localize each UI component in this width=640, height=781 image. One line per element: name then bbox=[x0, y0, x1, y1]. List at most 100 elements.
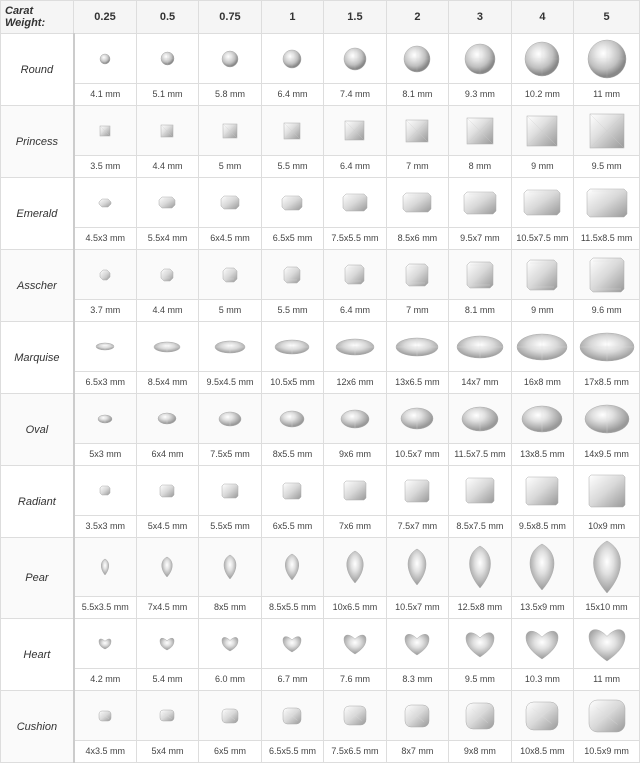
shape-dim-row-pear: 5.5x3.5 mm7x4.5 mm8x5 mm8.5x5.5 mm10x6.5… bbox=[1, 597, 640, 619]
col-3: 3 bbox=[449, 1, 511, 34]
shape-icon-princess-5 bbox=[386, 106, 448, 156]
dim-cell-heart-3: 6.7 mm bbox=[261, 669, 323, 691]
shape-icon-cushion-0 bbox=[74, 691, 136, 741]
shape-icon-asscher-0 bbox=[74, 250, 136, 300]
dim-cell-radiant-2: 5.5x5 mm bbox=[199, 516, 261, 538]
dim-cell-emerald-1: 5.5x4 mm bbox=[136, 228, 198, 250]
shape-icon-marquise-2 bbox=[199, 322, 261, 372]
shape-icon-oval-0 bbox=[74, 394, 136, 444]
shape-icon-heart-1 bbox=[136, 619, 198, 669]
shape-icon-asscher-2 bbox=[199, 250, 261, 300]
shape-icon-princess-1 bbox=[136, 106, 198, 156]
dim-cell-round-2: 5.8 mm bbox=[199, 84, 261, 106]
shape-icon-marquise-4 bbox=[324, 322, 386, 372]
dim-cell-marquise-2: 9.5x4.5 mm bbox=[199, 372, 261, 394]
dim-cell-emerald-5: 8.5x6 mm bbox=[386, 228, 448, 250]
shape-icon-emerald-5 bbox=[386, 178, 448, 228]
shape-icon-pear-4 bbox=[324, 538, 386, 597]
carat-weight-header: Carat Weight: bbox=[1, 1, 74, 34]
dim-cell-emerald-3: 6.5x5 mm bbox=[261, 228, 323, 250]
shape-icon-pear-5 bbox=[386, 538, 448, 597]
shape-icon-oval-1 bbox=[136, 394, 198, 444]
shape-name-emerald: Emerald bbox=[1, 178, 74, 250]
shape-icon-asscher-6 bbox=[449, 250, 511, 300]
dim-cell-round-3: 6.4 mm bbox=[261, 84, 323, 106]
dim-cell-asscher-6: 8.1 mm bbox=[449, 300, 511, 322]
shape-icon-marquise-8 bbox=[574, 322, 640, 372]
dim-cell-pear-8: 15x10 mm bbox=[574, 597, 640, 619]
dim-cell-asscher-5: 7 mm bbox=[386, 300, 448, 322]
dim-cell-princess-3: 5.5 mm bbox=[261, 156, 323, 178]
col-05: 0.5 bbox=[136, 1, 198, 34]
dim-cell-heart-0: 4.2 mm bbox=[74, 669, 136, 691]
dim-cell-round-6: 9.3 mm bbox=[449, 84, 511, 106]
dim-cell-oval-8: 14x9.5 mm bbox=[574, 444, 640, 466]
shape-name-marquise: Marquise bbox=[1, 322, 74, 394]
shape-icon-emerald-4 bbox=[324, 178, 386, 228]
dim-cell-cushion-3: 6.5x5.5 mm bbox=[261, 741, 323, 763]
shape-dim-row-asscher: 3.7 mm4.4 mm5 mm5.5 mm6.4 mm7 mm8.1 mm9 … bbox=[1, 300, 640, 322]
shape-icon-pear-2 bbox=[199, 538, 261, 597]
dim-cell-heart-5: 8.3 mm bbox=[386, 669, 448, 691]
dim-cell-emerald-8: 11.5x8.5 mm bbox=[574, 228, 640, 250]
shape-name-round: Round bbox=[1, 34, 74, 106]
dim-cell-princess-4: 6.4 mm bbox=[324, 156, 386, 178]
dim-cell-oval-6: 11.5x7.5 mm bbox=[449, 444, 511, 466]
shape-icon-heart-8 bbox=[574, 619, 640, 669]
shape-name-pear: Pear bbox=[1, 538, 74, 619]
shape-icon-heart-6 bbox=[449, 619, 511, 669]
dim-cell-asscher-0: 3.7 mm bbox=[74, 300, 136, 322]
shape-name-heart: Heart bbox=[1, 619, 74, 691]
dim-cell-heart-1: 5.4 mm bbox=[136, 669, 198, 691]
dim-cell-emerald-2: 6x4.5 mm bbox=[199, 228, 261, 250]
shape-icon-emerald-0 bbox=[74, 178, 136, 228]
shape-icon-round-2 bbox=[199, 34, 261, 84]
shape-name-cushion: Cushion bbox=[1, 691, 74, 763]
dim-cell-cushion-4: 7.5x6.5 mm bbox=[324, 741, 386, 763]
diamond-size-chart: Carat Weight: 0.25 0.5 0.75 1 1.5 2 3 4 … bbox=[0, 0, 640, 763]
shape-icon-row-round: Round bbox=[1, 34, 640, 84]
shape-icon-round-8 bbox=[574, 34, 640, 84]
shape-icon-heart-0 bbox=[74, 619, 136, 669]
shape-icon-row-princess: Princess bbox=[1, 106, 640, 156]
dim-cell-radiant-0: 3.5x3 mm bbox=[74, 516, 136, 538]
dim-cell-cushion-2: 6x5 mm bbox=[199, 741, 261, 763]
dim-cell-oval-2: 7.5x5 mm bbox=[199, 444, 261, 466]
dim-cell-radiant-6: 8.5x7.5 mm bbox=[449, 516, 511, 538]
shape-name-princess: Princess bbox=[1, 106, 74, 178]
col-2: 2 bbox=[386, 1, 448, 34]
dim-cell-emerald-4: 7.5x5.5 mm bbox=[324, 228, 386, 250]
dim-cell-oval-1: 6x4 mm bbox=[136, 444, 198, 466]
dim-cell-marquise-4: 12x6 mm bbox=[324, 372, 386, 394]
dim-cell-oval-4: 9x6 mm bbox=[324, 444, 386, 466]
shape-dim-row-princess: 3.5 mm4.4 mm5 mm5.5 mm6.4 mm7 mm8 mm9 mm… bbox=[1, 156, 640, 178]
shape-icon-oval-5 bbox=[386, 394, 448, 444]
shape-icon-round-6 bbox=[449, 34, 511, 84]
dim-cell-marquise-1: 8.5x4 mm bbox=[136, 372, 198, 394]
dim-cell-pear-4: 10x6.5 mm bbox=[324, 597, 386, 619]
dim-cell-marquise-0: 6.5x3 mm bbox=[74, 372, 136, 394]
shape-dim-row-cushion: 4x3.5 mm5x4 mm6x5 mm6.5x5.5 mm7.5x6.5 mm… bbox=[1, 741, 640, 763]
column-headers: Carat Weight: 0.25 0.5 0.75 1 1.5 2 3 4 … bbox=[1, 1, 640, 34]
dim-cell-oval-5: 10.5x7 mm bbox=[386, 444, 448, 466]
shape-icon-princess-7 bbox=[511, 106, 573, 156]
shape-dim-row-oval: 5x3 mm6x4 mm7.5x5 mm8x5.5 mm9x6 mm10.5x7… bbox=[1, 444, 640, 466]
shape-icon-cushion-5 bbox=[386, 691, 448, 741]
shape-dim-row-round: 4.1 mm5.1 mm5.8 mm6.4 mm7.4 mm8.1 mm9.3 … bbox=[1, 84, 640, 106]
shape-icon-pear-1 bbox=[136, 538, 198, 597]
dim-cell-cushion-7: 10x8.5 mm bbox=[511, 741, 573, 763]
shape-dim-row-marquise: 6.5x3 mm8.5x4 mm9.5x4.5 mm10.5x5 mm12x6 … bbox=[1, 372, 640, 394]
dim-cell-radiant-3: 6x5.5 mm bbox=[261, 516, 323, 538]
shape-icon-round-4 bbox=[324, 34, 386, 84]
dim-cell-marquise-8: 17x8.5 mm bbox=[574, 372, 640, 394]
col-025: 0.25 bbox=[74, 1, 136, 34]
shape-icon-row-oval: Oval bbox=[1, 394, 640, 444]
shape-icon-radiant-6 bbox=[449, 466, 511, 516]
shape-icon-marquise-7 bbox=[511, 322, 573, 372]
shape-icon-cushion-1 bbox=[136, 691, 198, 741]
shape-icon-cushion-4 bbox=[324, 691, 386, 741]
shape-icon-emerald-3 bbox=[261, 178, 323, 228]
shape-icon-heart-4 bbox=[324, 619, 386, 669]
shape-icon-oval-6 bbox=[449, 394, 511, 444]
shape-icon-emerald-2 bbox=[199, 178, 261, 228]
